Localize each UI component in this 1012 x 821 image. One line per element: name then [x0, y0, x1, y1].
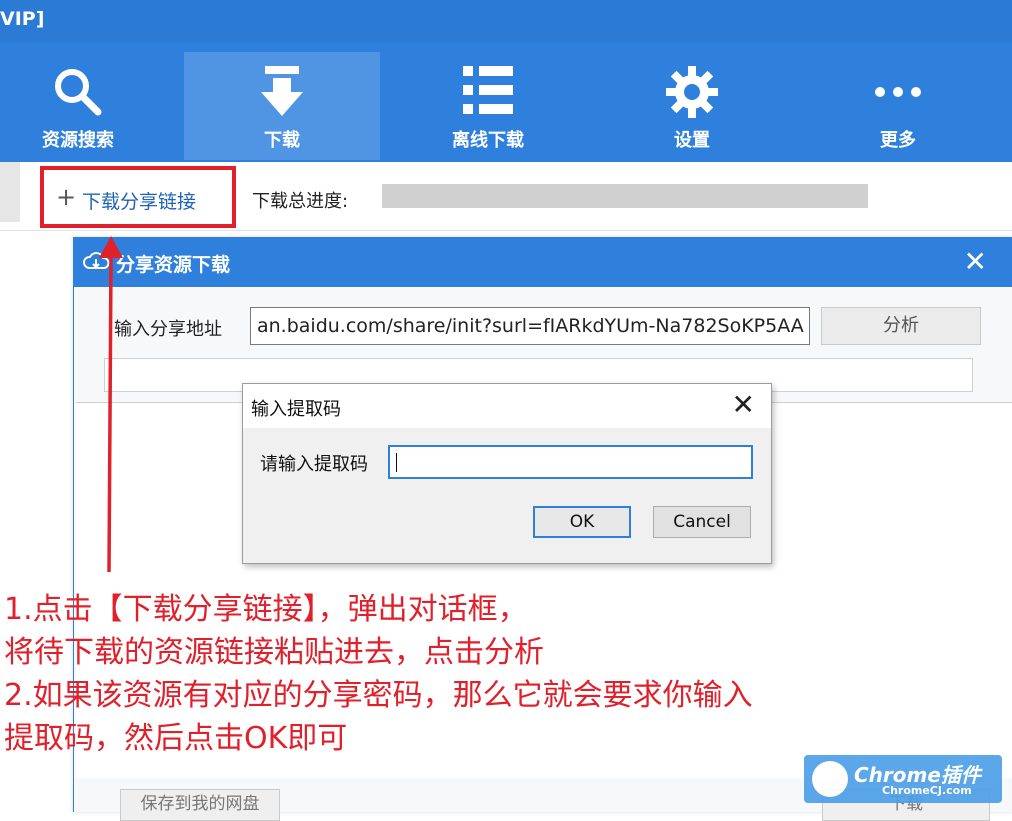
annotation-line: 2.如果该资源有对应的分享密码，那么它就会要求你输入 — [4, 678, 753, 713]
watermark-logo-icon — [812, 761, 848, 797]
annotation-line: 提取码，然后点击OK即可 — [4, 721, 348, 756]
site-watermark: Chrome插件 ChromeCJ.com — [804, 755, 1002, 803]
annotation-text: 1.点击【下载分享链接】，弹出对话框， 将待下载的资源链接粘贴进去，点击分析 2… — [4, 588, 904, 760]
annotation-line: 将待下载的资源链接粘贴进去，点击分析 — [4, 635, 544, 670]
annotation-line: 1.点击【下载分享链接】，弹出对话框， — [4, 592, 528, 627]
watermark-site: ChromeCJ.com — [882, 784, 972, 797]
